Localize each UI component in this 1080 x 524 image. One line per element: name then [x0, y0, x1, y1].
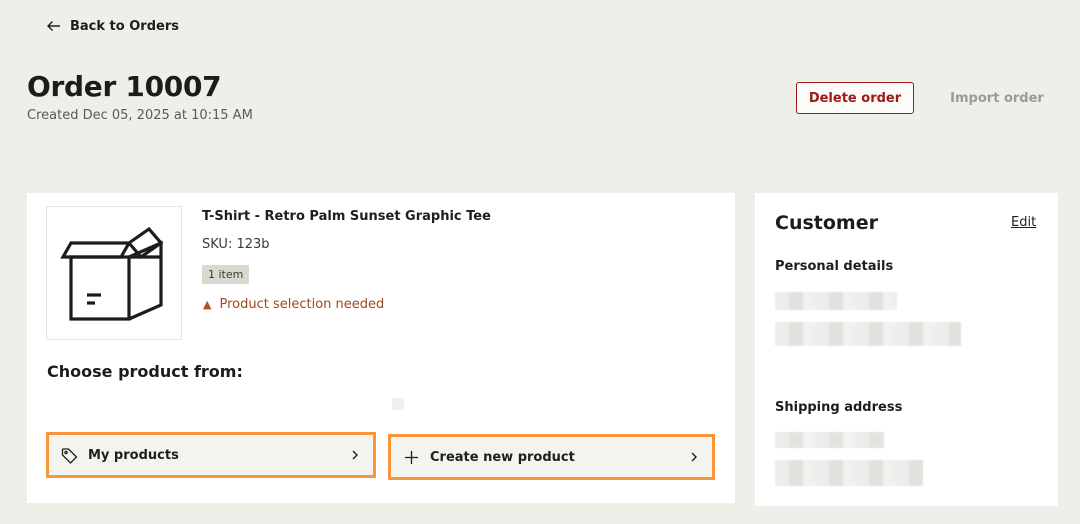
quantity-badge-label: 1 item [208, 268, 244, 281]
delete-order-button[interactable]: Delete order [796, 82, 914, 114]
product-selection-warning: ▲ Product selection needed [203, 297, 384, 312]
edit-customer-link[interactable]: Edit [1011, 215, 1036, 230]
shipping-address-label: Shipping address [775, 400, 903, 415]
warning-icon: ▲ [203, 298, 212, 311]
import-order-label: Import order [950, 90, 1044, 106]
create-new-product-button[interactable]: Create new product [388, 434, 715, 480]
page-title: Order 10007 [27, 70, 222, 103]
product-name: T-Shirt - Retro Palm Sunset Graphic Tee [202, 209, 491, 224]
redacted-address-line [775, 460, 923, 486]
back-link-label: Back to Orders [70, 18, 179, 34]
box-icon [60, 226, 164, 321]
import-order-button[interactable]: Import order [944, 82, 1050, 114]
my-products-button[interactable]: My products [46, 432, 376, 478]
my-products-label: My products [88, 447, 179, 463]
chevron-right-icon [352, 450, 358, 460]
product-sku: SKU: 123b [202, 237, 270, 252]
redacted-address-line [775, 432, 885, 448]
redacted-personal-line [775, 322, 961, 346]
placeholder-mark [392, 398, 404, 410]
redacted-personal-line [775, 292, 897, 310]
plus-icon [405, 450, 418, 464]
warning-text: Product selection needed [219, 297, 385, 312]
delete-order-label: Delete order [808, 90, 902, 106]
personal-details-label: Personal details [775, 259, 894, 274]
customer-heading: Customer [775, 212, 878, 234]
quantity-badge: 1 item [202, 265, 250, 284]
order-created-date: Created Dec 05, 2025 at 10:15 AM [27, 108, 253, 123]
create-new-product-label: Create new product [430, 449, 575, 465]
chevron-right-icon [691, 452, 697, 462]
arrow-left-icon [47, 21, 60, 31]
back-to-orders-link[interactable]: Back to Orders [46, 16, 179, 36]
product-image [46, 206, 182, 340]
tag-icon [61, 447, 78, 464]
choose-product-heading: Choose product from: [47, 362, 243, 381]
